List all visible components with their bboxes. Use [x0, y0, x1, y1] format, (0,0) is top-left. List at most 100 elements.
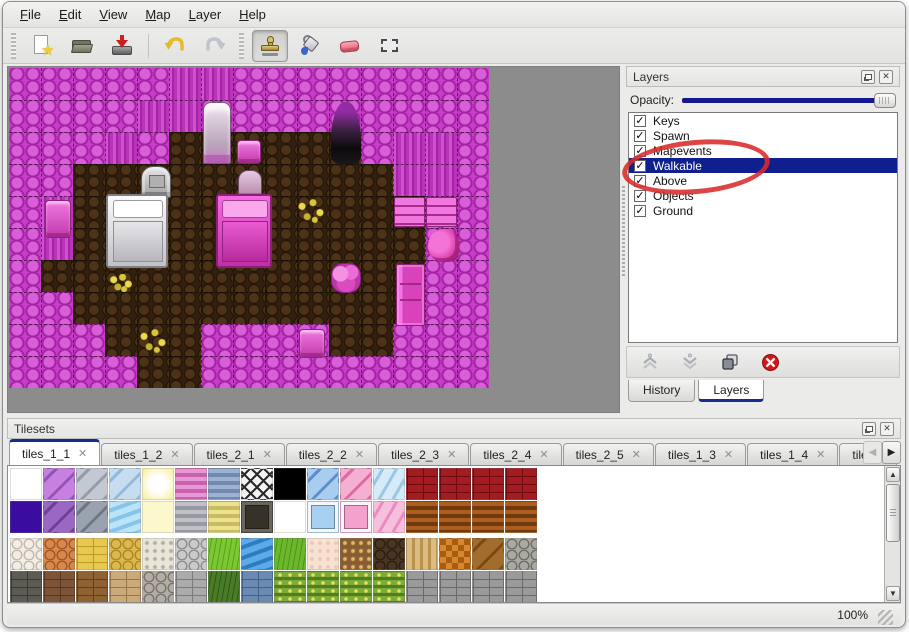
tileset-tile[interactable]	[142, 571, 174, 602]
map-canvas[interactable]	[7, 66, 620, 413]
map-tile[interactable]	[457, 228, 489, 260]
eraser-tool-button[interactable]	[332, 30, 368, 62]
tab-close-icon[interactable]: ✕	[447, 448, 456, 461]
tileset-tab-tiles_1_4[interactable]: tiles_1_4 ✕	[747, 443, 839, 465]
tileset-tile[interactable]	[109, 468, 141, 500]
map-tile[interactable]	[297, 356, 329, 388]
layer-visibility-checkbox[interactable]: ✓	[634, 189, 646, 202]
map-tile[interactable]	[105, 68, 137, 100]
tileset-tile[interactable]	[142, 468, 174, 500]
tileset-tile[interactable]	[274, 538, 306, 570]
map-tile[interactable]	[137, 292, 169, 324]
tileset-tab-tiles_2_2[interactable]: tiles_2_2 ✕	[285, 443, 378, 465]
map-tile[interactable]	[201, 68, 233, 100]
scrollbar-thumb[interactable]	[886, 484, 900, 542]
map-tile[interactable]	[361, 196, 393, 228]
save-button[interactable]	[104, 30, 140, 62]
map-tile[interactable]	[393, 356, 425, 388]
map-tile[interactable]	[105, 292, 137, 324]
map-tile[interactable]	[297, 228, 329, 260]
tileset-tile[interactable]	[76, 538, 108, 570]
map-tile[interactable]	[265, 356, 297, 388]
map-tile[interactable]	[73, 68, 105, 100]
map-tile[interactable]	[393, 324, 425, 356]
map-tile[interactable]	[329, 356, 361, 388]
map-object-tentacle[interactable]	[428, 229, 459, 262]
map-object-cabinet[interactable]	[394, 197, 425, 227]
resize-grip[interactable]	[878, 610, 893, 625]
duplicate-layer-button[interactable]	[719, 352, 741, 372]
map-tile[interactable]	[105, 132, 137, 164]
tab-close-icon[interactable]: ✕	[816, 448, 825, 461]
map-tile[interactable]	[361, 132, 393, 164]
tileset-tile[interactable]	[406, 571, 438, 602]
map-tile[interactable]	[457, 356, 489, 388]
tileset-tile[interactable]	[274, 571, 306, 602]
map-tile[interactable]	[457, 100, 489, 132]
opacity-slider[interactable]	[682, 92, 896, 108]
layer-visibility-checkbox[interactable]: ✓	[634, 159, 646, 172]
map-tile[interactable]	[265, 164, 297, 196]
new-map-button[interactable]: ★	[24, 30, 60, 62]
layer-row-mapevents[interactable]: ✓ Mapevents	[629, 143, 897, 158]
map-tile[interactable]	[361, 68, 393, 100]
map-tile[interactable]	[9, 292, 41, 324]
map-tile[interactable]	[361, 356, 393, 388]
map-tile[interactable]	[361, 228, 393, 260]
layer-visibility-checkbox[interactable]: ✓	[634, 174, 646, 187]
map-tile[interactable]	[73, 196, 105, 228]
map-tile[interactable]	[393, 68, 425, 100]
map-tile[interactable]	[41, 164, 73, 196]
map-tile[interactable]	[9, 260, 41, 292]
tileset-tile[interactable]	[340, 571, 372, 602]
tab-close-icon[interactable]: ✕	[539, 448, 548, 461]
close-panel-button[interactable]: ✕	[879, 69, 893, 84]
scroll-tabs-right-button[interactable]: ▶	[882, 441, 901, 464]
layer-row-walkable[interactable]: ✓ Walkable	[629, 158, 897, 173]
map-tile[interactable]	[265, 68, 297, 100]
map-viewport[interactable]	[9, 68, 489, 388]
tileset-tile[interactable]	[472, 468, 504, 500]
tileset-tile[interactable]	[109, 501, 141, 533]
layer-row-above[interactable]: ✓ Above	[629, 173, 897, 188]
map-tile[interactable]	[105, 356, 137, 388]
tileset-tile[interactable]	[208, 571, 240, 602]
map-tile[interactable]	[425, 100, 457, 132]
map-tile[interactable]	[41, 132, 73, 164]
tileset-tile[interactable]	[43, 468, 75, 500]
map-tile[interactable]	[329, 292, 361, 324]
tileset-tile[interactable]	[439, 501, 471, 533]
menu-map[interactable]: Map	[136, 3, 179, 26]
select-tool-button[interactable]	[372, 30, 408, 62]
raise-layer-button[interactable]	[639, 352, 661, 372]
map-tile[interactable]	[393, 132, 425, 164]
tileset-tab-tiles_1_3[interactable]: tiles_1_3 ✕	[654, 443, 747, 465]
map-tile[interactable]	[457, 260, 489, 292]
tileset-tile[interactable]	[43, 501, 75, 533]
map-tile[interactable]	[105, 100, 137, 132]
tileset-tile[interactable]	[241, 571, 273, 602]
map-object-bed-gray[interactable]	[106, 194, 168, 268]
map-tile[interactable]	[297, 164, 329, 196]
map-object-wardrobe[interactable]	[396, 264, 425, 326]
tileset-tile[interactable]	[340, 468, 372, 500]
map-tile[interactable]	[169, 68, 201, 100]
map-tile[interactable]	[73, 100, 105, 132]
tileset-tile[interactable]	[373, 468, 405, 500]
map-tile[interactable]	[361, 100, 393, 132]
map-tile[interactable]	[425, 132, 457, 164]
open-button[interactable]	[64, 30, 100, 62]
delete-layer-button[interactable]	[759, 352, 781, 372]
map-tile[interactable]	[425, 260, 457, 292]
map-tile[interactable]	[41, 260, 73, 292]
map-tile[interactable]	[169, 132, 201, 164]
tileset-tile[interactable]	[439, 468, 471, 500]
map-tile[interactable]	[9, 132, 41, 164]
tileset-tile[interactable]	[208, 538, 240, 570]
map-tile[interactable]	[201, 324, 233, 356]
tileset-tile[interactable]	[175, 571, 207, 602]
map-object-flowers[interactable]	[108, 274, 134, 292]
map-tile[interactable]	[297, 100, 329, 132]
tileset-tile[interactable]	[76, 571, 108, 602]
map-tile[interactable]	[169, 100, 201, 132]
